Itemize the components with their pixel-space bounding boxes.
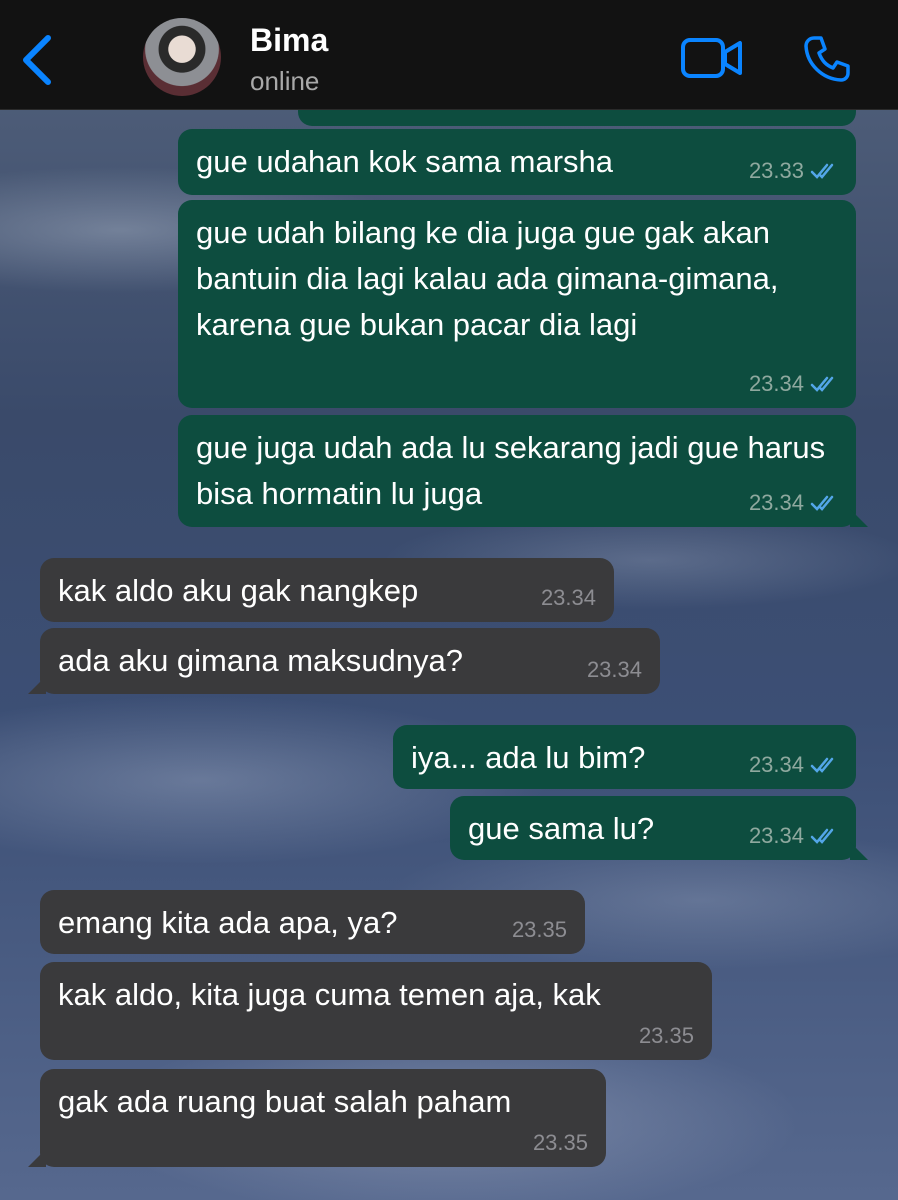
message-bubble-outgoing[interactable]: iya... ada lu bim? 23.34 <box>393 725 856 789</box>
message-meta: 23.35 <box>533 1131 588 1155</box>
message-bubble-incoming[interactable]: kak aldo aku gak nangkep 23.34 <box>40 558 614 622</box>
message-text: gue udah bilang ke dia juga gue gak akan… <box>196 215 788 342</box>
message-meta: 23.34 <box>749 491 838 515</box>
message-meta: 23.34 <box>749 372 838 396</box>
message-time: 23.34 <box>748 823 804 848</box>
double-check-icon <box>810 163 834 179</box>
message-text: kak aldo, kita juga cuma temen aja, kak <box>58 977 601 1012</box>
message-text: kak aldo aku gak nangkep <box>58 573 419 608</box>
double-check-icon <box>810 757 834 773</box>
contact-status: online <box>250 66 320 96</box>
message-time: 23.35 <box>532 1130 588 1155</box>
message-time: 23.34 <box>748 752 804 777</box>
message-text: ada aku gimana maksudnya? <box>58 643 463 678</box>
message-time: 23.35 <box>511 917 567 942</box>
message-bubble-outgoing[interactable]: gue udah bilang ke dia juga gue gak akan… <box>178 200 856 408</box>
back-button[interactable] <box>18 32 58 88</box>
avatar[interactable] <box>143 18 221 96</box>
message-meta: 23.34 <box>541 586 596 610</box>
message-time: 23.34 <box>748 371 804 396</box>
message-time: 23.35 <box>638 1023 694 1048</box>
message-bubble-incoming[interactable]: emang kita ada apa, ya? 23.35 <box>40 890 585 954</box>
voice-call-button[interactable] <box>802 34 852 84</box>
message-meta: 23.33 <box>749 159 838 183</box>
contact-name[interactable]: Bima <box>250 22 328 59</box>
message-text: gue juga udah ada lu sekarang jadi gue h… <box>196 430 834 511</box>
message-text: emang kita ada apa, ya? <box>58 905 398 940</box>
video-camera-icon <box>681 38 742 78</box>
message-bubble-incoming[interactable]: gak ada ruang buat salah paham 23.35 <box>28 1069 606 1167</box>
message-bubble-incoming[interactable]: ada aku gimana maksudnya? 23.34 <box>28 628 660 694</box>
message-bubble-outgoing[interactable]: gue udahan kok sama marsha 23.33 <box>178 129 856 195</box>
message-bubble-outgoing[interactable]: gue sama lu? 23.34 <box>450 796 868 860</box>
message-time: 23.33 <box>748 158 804 183</box>
message-text: gue udahan kok sama marsha <box>196 144 614 179</box>
double-check-icon <box>810 495 834 511</box>
message-meta: 23.35 <box>512 918 567 942</box>
message-meta: 23.34 <box>749 753 838 777</box>
message-time: 23.34 <box>586 657 642 682</box>
chat-header: Bima online <box>0 0 898 110</box>
message-meta: 23.34 <box>587 658 642 682</box>
message-bubble-incoming[interactable]: kak aldo, kita juga cuma temen aja, kak … <box>40 962 712 1060</box>
message-time: 23.34 <box>748 490 804 515</box>
video-call-button[interactable] <box>680 36 744 80</box>
message-text: gak ada ruang buat salah paham <box>58 1084 512 1119</box>
chevron-left-icon <box>23 35 51 85</box>
message-bubble-outgoing[interactable]: gue juga udah ada lu sekarang jadi gue h… <box>178 415 868 527</box>
message-meta: 23.34 <box>749 824 838 848</box>
phone-icon <box>804 36 850 82</box>
double-check-icon <box>810 828 834 844</box>
message-meta: 23.35 <box>639 1024 694 1048</box>
double-check-icon <box>810 376 834 392</box>
message-time: 23.34 <box>540 585 596 610</box>
